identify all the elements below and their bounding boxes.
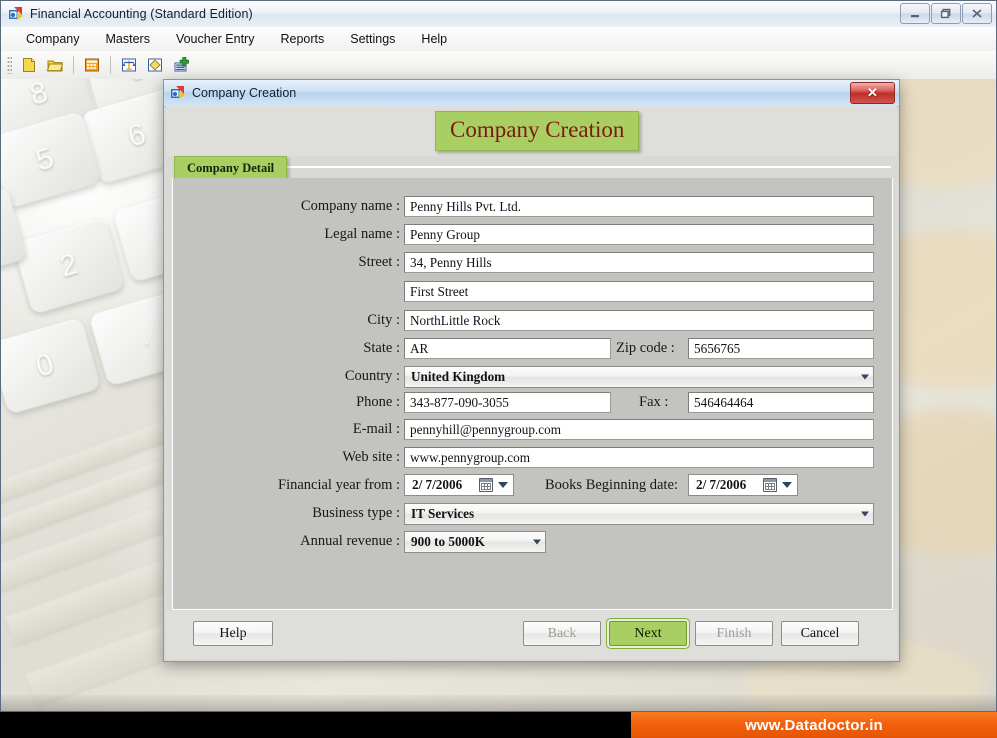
city-input[interactable]: NorthLittle Rock (404, 310, 874, 331)
label-zip-code: Zip code : (616, 340, 675, 356)
toolbar-grip[interactable] (7, 56, 12, 74)
phone-input[interactable]: 343-877-090-3055 (404, 392, 611, 413)
toolbar (1, 51, 996, 80)
label-city: City : (367, 312, 400, 328)
zip-code-input[interactable]: 5656765 (688, 338, 874, 359)
tab-company-detail[interactable]: Company Detail (174, 156, 288, 180)
menu-item-settings[interactable]: Settings (337, 29, 408, 49)
add-record-icon[interactable] (169, 53, 193, 77)
label-phone: Phone : (356, 394, 400, 410)
chevron-down-icon (861, 374, 869, 380)
label-email: E-mail : (352, 421, 400, 437)
street-line2-input[interactable]: First Street (404, 281, 874, 302)
footer-brand-text: www.Datadoctor.in (745, 716, 883, 734)
chevron-down-icon (533, 539, 541, 545)
footer-brand-banner: www.Datadoctor.in (631, 712, 997, 738)
minimize-icon[interactable] (900, 3, 930, 24)
annual-revenue-select-value: 900 to 5000K (411, 534, 485, 549)
books-beginning-date-value: 2/ 7/2006 (696, 477, 747, 492)
menu-item-help[interactable]: Help (408, 29, 460, 49)
website-input[interactable]: www.pennygroup.com (404, 447, 874, 468)
menu-item-voucher-entry[interactable]: Voucher Entry (163, 29, 268, 49)
close-icon[interactable] (962, 3, 992, 24)
chevron-down-icon (861, 511, 869, 517)
toolbar-separator (110, 56, 111, 74)
window-title: Financial Accounting (Standard Edition) (30, 7, 253, 21)
label-books-beginning-date: Books Beginning date: (545, 477, 678, 493)
label-annual-revenue: Annual revenue : (300, 533, 400, 549)
toolbar-separator (73, 56, 74, 74)
dialog-body: Company Creation Company Detail Company … (164, 106, 899, 661)
background-bottom-shade (1, 695, 996, 711)
window-controls (899, 3, 992, 24)
label-state: State : (363, 340, 400, 356)
country-select-value: United Kingdom (411, 369, 506, 384)
chevron-down-icon (782, 482, 792, 488)
menu-item-reports[interactable]: Reports (267, 29, 337, 49)
calculator-icon[interactable] (80, 53, 104, 77)
company-creation-dialog: Company Creation ✕ Company Creation Comp… (163, 79, 900, 662)
calendar-icon (479, 478, 493, 492)
restore-icon[interactable] (931, 3, 961, 24)
country-select[interactable]: United Kingdom (404, 366, 874, 388)
ledger-icon[interactable] (143, 53, 167, 77)
company-detail-form: Company name : Penny Hills Pvt. Ltd. Leg… (172, 178, 893, 610)
balance-scales-icon[interactable] (117, 53, 141, 77)
label-website: Web site : (342, 449, 400, 465)
open-folder-icon[interactable] (43, 53, 67, 77)
tabstrip: Company Detail (166, 156, 897, 180)
annual-revenue-select[interactable]: 900 to 5000K (404, 531, 546, 553)
footer: www.Datadoctor.in (0, 712, 997, 738)
business-type-select-value: IT Services (411, 506, 475, 521)
dialog-icon (170, 85, 186, 101)
new-document-icon[interactable] (17, 53, 41, 77)
business-type-select[interactable]: IT Services (404, 503, 874, 525)
label-business-type: Business type : (312, 505, 400, 521)
legal-name-input[interactable]: Penny Group (404, 224, 874, 245)
help-button[interactable]: Help (193, 621, 273, 646)
dialog-title: Company Creation (192, 86, 297, 100)
menu-item-company[interactable]: Company (13, 29, 93, 49)
company-name-input[interactable]: Penny Hills Pvt. Ltd. (404, 196, 874, 217)
state-input[interactable]: AR (404, 338, 611, 359)
fax-input[interactable]: 546464464 (688, 392, 874, 413)
app-icon (8, 6, 24, 22)
books-beginning-date-datepicker[interactable]: 2/ 7/2006 (688, 474, 798, 496)
calendar-icon (763, 478, 777, 492)
dialog-titlebar: Company Creation ✕ (164, 80, 899, 107)
main-window: Financial Accounting (Standard Edition) … (0, 0, 997, 712)
email-input[interactable]: pennyhill@pennygroup.com (404, 419, 874, 440)
chevron-down-icon (498, 482, 508, 488)
label-financial-year-from: Financial year from : (278, 477, 400, 493)
financial-year-from-value: 2/ 7/2006 (412, 477, 463, 492)
menubar: Company Masters Voucher Entry Reports Se… (1, 27, 996, 52)
back-button[interactable]: Back (523, 621, 601, 646)
dialog-header: Company Creation (166, 106, 897, 156)
dialog-close-button[interactable]: ✕ (850, 82, 895, 104)
label-legal-name: Legal name : (324, 226, 400, 242)
label-country: Country : (344, 368, 400, 384)
cancel-button[interactable]: Cancel (781, 621, 859, 646)
menu-item-masters[interactable]: Masters (93, 29, 163, 49)
label-street: Street : (358, 254, 400, 270)
footer-black-strip (371, 712, 631, 738)
next-button[interactable]: Next (609, 621, 687, 646)
street-line1-input[interactable]: 34, Penny Hills (404, 252, 874, 273)
page-title: Company Creation (435, 111, 640, 151)
finish-button[interactable]: Finish (695, 621, 773, 646)
financial-year-from-datepicker[interactable]: 2/ 7/2006 (404, 474, 514, 496)
label-company-name: Company name : (300, 198, 400, 214)
window-titlebar: Financial Accounting (Standard Edition) (1, 1, 996, 28)
dialog-button-bar: Help Back Next Finish Cancel (166, 611, 897, 659)
label-fax: Fax : (639, 394, 669, 410)
